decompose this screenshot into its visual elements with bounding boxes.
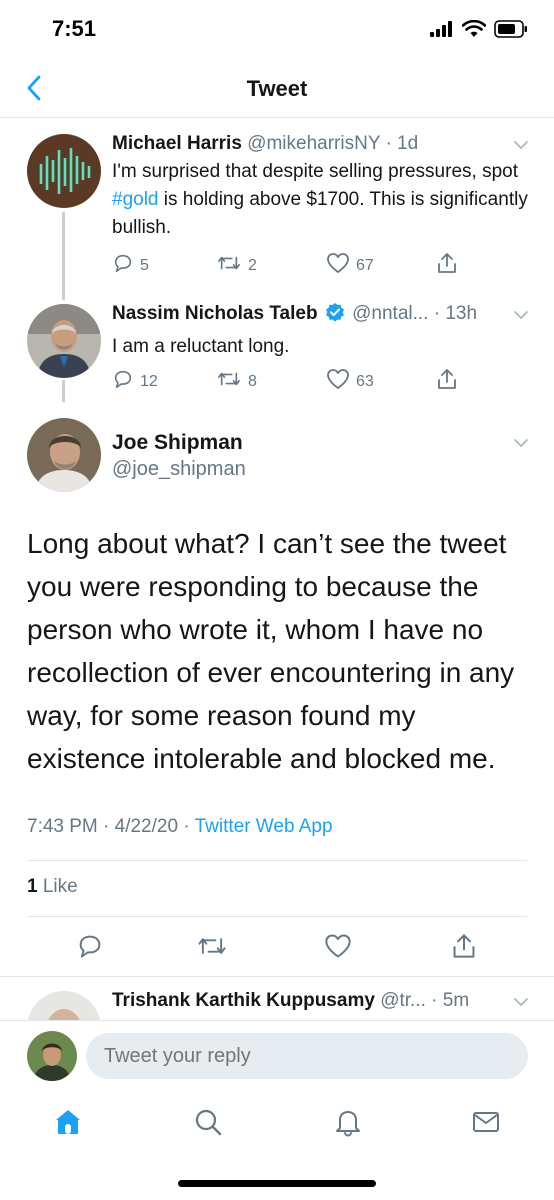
status-bar: 7:51: [0, 0, 554, 62]
reply-button[interactable]: 5: [112, 252, 216, 279]
chevron-down-icon[interactable]: [512, 434, 530, 452]
author-handle[interactable]: @nntal...: [352, 303, 428, 324]
status-icons: [430, 19, 528, 43]
status-time: 7:51: [52, 16, 97, 41]
tab-home[interactable]: [48, 1104, 88, 1144]
reply-icon: [76, 932, 104, 965]
share-icon: [436, 252, 458, 279]
like-count: 63: [356, 372, 374, 390]
divider: [27, 916, 527, 917]
retweet-icon: [216, 252, 242, 279]
tab-messages[interactable]: [466, 1104, 506, 1144]
like-button[interactable]: 63: [326, 368, 436, 395]
heart-icon: [326, 252, 350, 279]
tweet-time: 5m: [442, 990, 470, 1011]
reply-icon: [112, 252, 134, 279]
source-link[interactable]: Twitter Web App: [195, 816, 333, 837]
like-button[interactable]: 67: [326, 252, 436, 279]
author-name[interactable]: Joe Shipman: [112, 430, 534, 456]
heart-icon: [324, 933, 352, 964]
share-button[interactable]: [446, 930, 482, 966]
retweet-button[interactable]: 2: [216, 252, 326, 279]
avatar[interactable]: [27, 304, 101, 378]
tweet-michael-harris[interactable]: Michael Harris @mikeharrisNY · 1d I'm su…: [0, 118, 554, 300]
retweet-button[interactable]: 8: [216, 368, 326, 395]
like-count: 67: [356, 256, 374, 274]
share-icon: [451, 933, 477, 964]
search-icon: [193, 1107, 223, 1142]
share-icon: [436, 368, 458, 395]
author-name[interactable]: Nassim Nicholas Taleb: [112, 303, 318, 324]
tweet-text: I'm surprised that despite selling press…: [112, 161, 528, 238]
tab-notifications[interactable]: [328, 1104, 368, 1144]
main-tweet-text: Long about what? I can’t see the tweet y…: [27, 528, 515, 774]
divider: [27, 860, 527, 861]
user-avatar[interactable]: [27, 1031, 77, 1081]
hashtag-link[interactable]: #gold: [112, 189, 159, 210]
reply-input[interactable]: [86, 1033, 528, 1079]
tweet-time: 1d: [397, 133, 419, 154]
reply-button[interactable]: 12: [112, 368, 216, 395]
avatar[interactable]: [27, 991, 101, 1021]
reply-bar: [0, 1020, 554, 1090]
signal-icon: [430, 21, 454, 42]
reply-count: 12: [140, 372, 158, 390]
retweet-count: 8: [248, 372, 257, 390]
retweet-icon: [196, 932, 228, 965]
tweet-text: I am a reluctant long.: [112, 336, 290, 357]
like-total: 1: [27, 876, 38, 897]
battery-icon: [494, 20, 528, 43]
thread-line: [62, 380, 65, 402]
share-button[interactable]: [436, 368, 458, 395]
heart-icon: [326, 368, 350, 395]
share-button[interactable]: [436, 252, 458, 279]
bell-icon: [333, 1107, 363, 1142]
avatar[interactable]: [27, 134, 101, 208]
reply-tweet-trishank[interactable]: Trishank Karthik Kuppusamy @tr... · 5m: [0, 977, 554, 1021]
tab-search[interactable]: [188, 1104, 228, 1144]
author-handle[interactable]: @joe_shipman: [112, 456, 534, 482]
main-tweet-header: Joe Shipman @joe_shipman: [0, 402, 554, 512]
reply-button[interactable]: [72, 930, 108, 966]
author-handle[interactable]: @mikeharrisNY: [247, 133, 380, 154]
home-icon: [53, 1107, 83, 1142]
tweet-nassim-taleb[interactable]: Nassim Nicholas Taleb @nntal... · 13h I …: [0, 290, 554, 402]
author-handle[interactable]: @tr...: [380, 990, 426, 1011]
page-title: Tweet: [246, 76, 308, 101]
chevron-down-icon[interactable]: [512, 993, 530, 1011]
chevron-down-icon[interactable]: [512, 306, 530, 324]
author-name[interactable]: Trishank Karthik Kuppusamy: [112, 990, 375, 1011]
nav-bar: Tweet: [0, 62, 554, 118]
likes-summary[interactable]: 1 Like: [27, 876, 78, 898]
like-button[interactable]: [320, 930, 356, 966]
reply-icon: [112, 368, 134, 395]
home-indicator: [178, 1180, 376, 1187]
wifi-icon: [461, 19, 487, 43]
verified-badge-icon: [325, 302, 345, 329]
reply-count: 5: [140, 256, 149, 274]
avatar[interactable]: [27, 418, 101, 492]
thread-line: [62, 212, 65, 300]
chevron-down-icon[interactable]: [512, 136, 530, 154]
tweet-time: 13h: [445, 303, 478, 324]
retweet-count: 2: [248, 256, 257, 274]
author-name[interactable]: Michael Harris: [112, 133, 242, 154]
retweet-icon: [216, 368, 242, 395]
main-tweet-actions: [0, 930, 554, 970]
retweet-button[interactable]: [194, 930, 230, 966]
tweet-timestamp: 7:43 PM · 4/22/20 · Twitter Web App: [27, 816, 333, 837]
envelope-icon: [471, 1107, 501, 1142]
